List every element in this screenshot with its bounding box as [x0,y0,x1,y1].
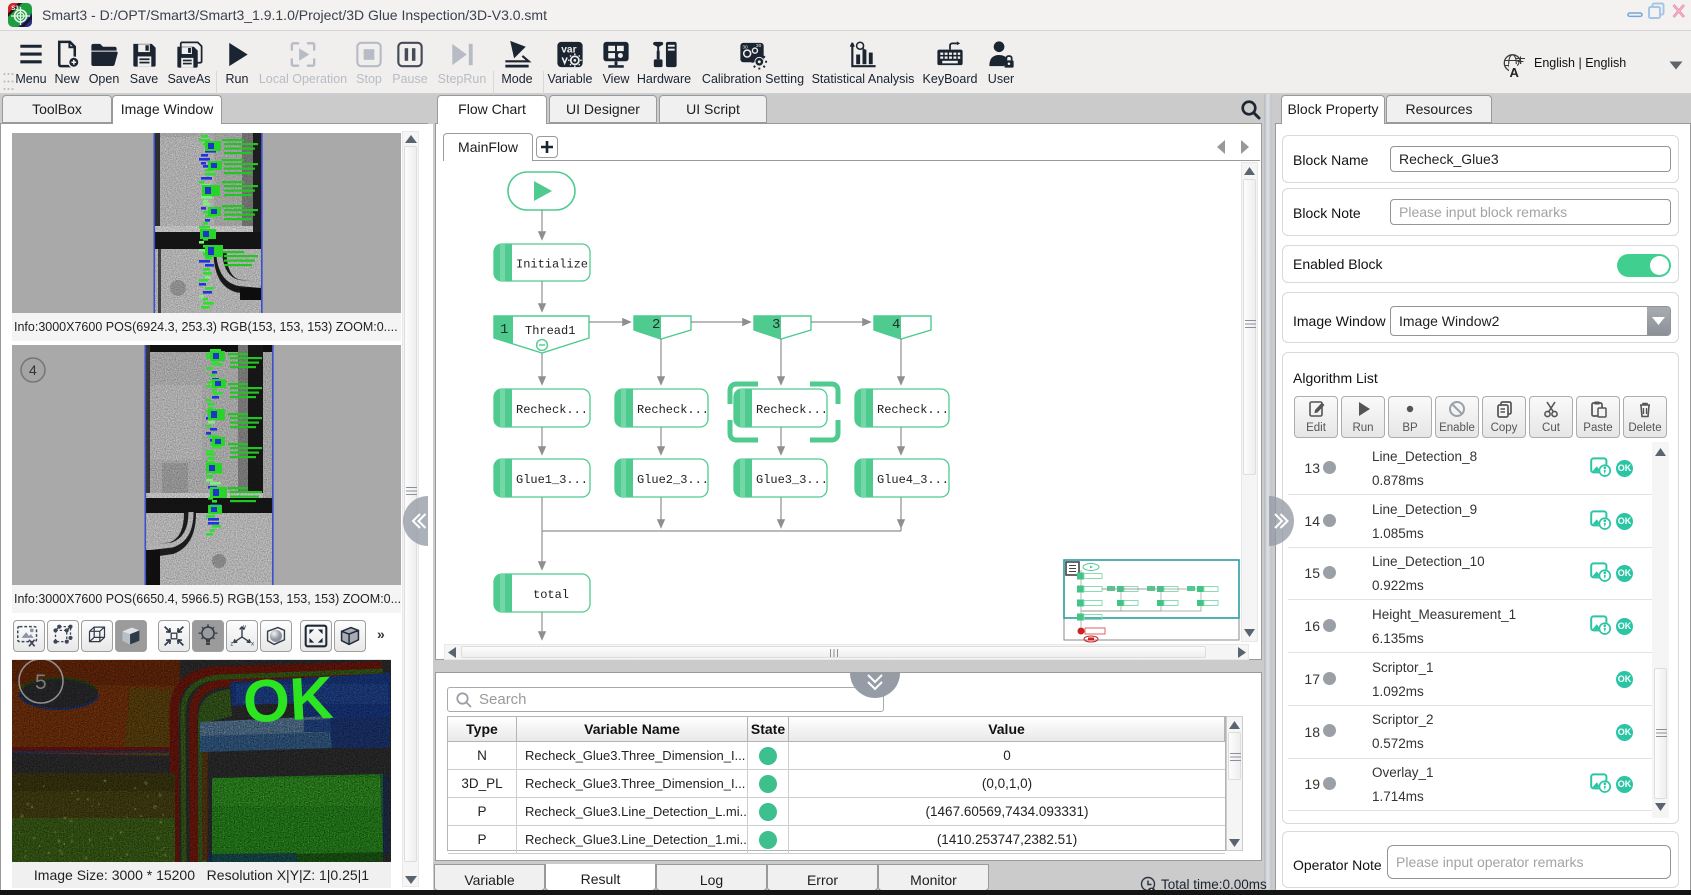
svg-text:2: 2 [652,317,660,333]
svg-text:x: x [251,640,255,647]
svg-text:30: 30 [742,45,748,51]
svg-text:3: 3 [772,317,780,333]
svg-text:Thread1: Thread1 [525,324,575,338]
svg-text:4: 4 [892,317,900,333]
svg-text:30: 30 [756,43,762,49]
svg-text:Recheck...: Recheck... [516,403,588,417]
svg-text:4: 4 [29,362,37,378]
svg-text:S3: S3 [11,6,19,12]
svg-text:Recheck...: Recheck... [637,403,709,417]
svg-text:A: A [1510,65,1520,80]
svg-text:1: 1 [500,322,508,338]
svg-text:Recheck...: Recheck... [877,403,949,417]
svg-text:Initialize: Initialize [516,258,588,272]
svg-text:5: 5 [35,671,47,694]
svg-text:total: total [533,588,569,602]
svg-text:y: y [243,624,247,631]
svg-text:Glue4_3...: Glue4_3... [877,473,949,487]
svg-text:Glue3_3...: Glue3_3... [756,473,828,487]
svg-text:Glue1_3...: Glue1_3... [516,473,588,487]
svg-text:z: z [230,640,233,647]
svg-text:Recheck...: Recheck... [756,403,828,417]
svg-text:OK: OK [241,664,334,736]
svg-text:Glue2_3...: Glue2_3... [637,473,709,487]
